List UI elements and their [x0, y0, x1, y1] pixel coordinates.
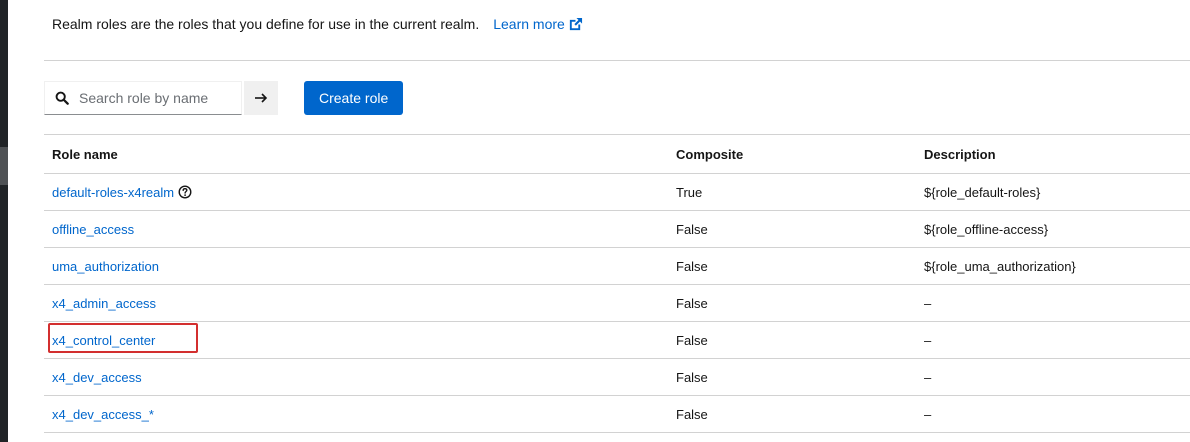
role-link[interactable]: default-roles-x4realm	[52, 185, 192, 200]
search-input[interactable]	[77, 89, 231, 107]
table-row: uma_authorization False ${role_uma_autho…	[44, 247, 1190, 285]
table-row: default-roles-x4realm True ${role_defaul…	[44, 173, 1190, 211]
table-row: offline_access False ${role_offline-acce…	[44, 210, 1190, 248]
description-cell: –	[924, 284, 1190, 322]
column-header-composite[interactable]: Composite	[676, 135, 924, 174]
role-name-cell: x4_dev_access_*	[44, 395, 676, 433]
column-header-description[interactable]: Description	[924, 135, 1190, 174]
description-cell: ${role_offline-access}	[924, 210, 1190, 248]
column-header-role-name[interactable]: Role name	[44, 135, 676, 174]
composite-cell: False	[676, 247, 924, 285]
main-content: Realm roles are the roles that you defin…	[8, 0, 1190, 442]
composite-cell: False	[676, 210, 924, 248]
external-link-icon	[569, 17, 582, 30]
composite-cell: False	[676, 321, 924, 359]
composite-cell: False	[676, 284, 924, 322]
description-cell: ${role_default-roles}	[924, 173, 1190, 211]
toolbar: Create role	[44, 81, 404, 115]
arrow-right-icon	[255, 93, 268, 103]
role-name-cell: x4_dev_access	[44, 358, 676, 396]
description-cell: ${role_uma_authorization}	[924, 247, 1190, 285]
description-cell: –	[924, 321, 1190, 359]
search-icon	[55, 91, 69, 105]
role-name-cell: x4_admin_access	[44, 284, 676, 322]
role-link[interactable]: x4_control_center	[52, 333, 155, 348]
description-cell: –	[924, 395, 1190, 433]
learn-more-link[interactable]: Learn more	[493, 16, 583, 32]
description-cell: –	[924, 358, 1190, 396]
role-name-cell: offline_access	[44, 210, 676, 248]
role-name-cell: x4_control_center	[44, 321, 676, 359]
search-box[interactable]	[44, 81, 242, 115]
role-link-label: default-roles-x4realm	[52, 184, 175, 200]
composite-cell: True	[676, 173, 924, 211]
composite-cell: False	[676, 358, 924, 396]
intro-text: Realm roles are the roles that you defin…	[52, 16, 480, 32]
table-row: x4_admin_access False –	[44, 284, 1190, 322]
role-name-cell: default-roles-x4realm	[44, 173, 676, 211]
table-header-row: Role name Composite Description	[44, 135, 1190, 174]
composite-cell: False	[676, 395, 924, 433]
learn-more-label: Learn more	[493, 16, 565, 32]
role-link[interactable]: x4_admin_access	[52, 296, 156, 311]
role-link[interactable]: x4_dev_access_*	[52, 407, 154, 422]
table-row: x4_control_center False –	[44, 321, 1190, 359]
table-row: x4_dev_access False –	[44, 358, 1190, 396]
sidebar	[0, 0, 8, 442]
page-description: Realm roles are the roles that you defin…	[52, 16, 583, 32]
search-submit-button[interactable]	[244, 81, 278, 115]
roles-table: Role name Composite Description default-…	[44, 135, 1190, 433]
role-link[interactable]: offline_access	[52, 222, 134, 237]
role-name-cell: uma_authorization	[44, 247, 676, 285]
create-role-button[interactable]: Create role	[304, 81, 404, 115]
help-icon[interactable]	[178, 185, 192, 199]
table-row: x4_dev_access_* False –	[44, 395, 1190, 433]
header-divider	[44, 60, 1190, 61]
role-link[interactable]: x4_dev_access	[52, 370, 142, 385]
role-link[interactable]: uma_authorization	[52, 259, 159, 274]
sidebar-active-item[interactable]	[0, 147, 8, 185]
